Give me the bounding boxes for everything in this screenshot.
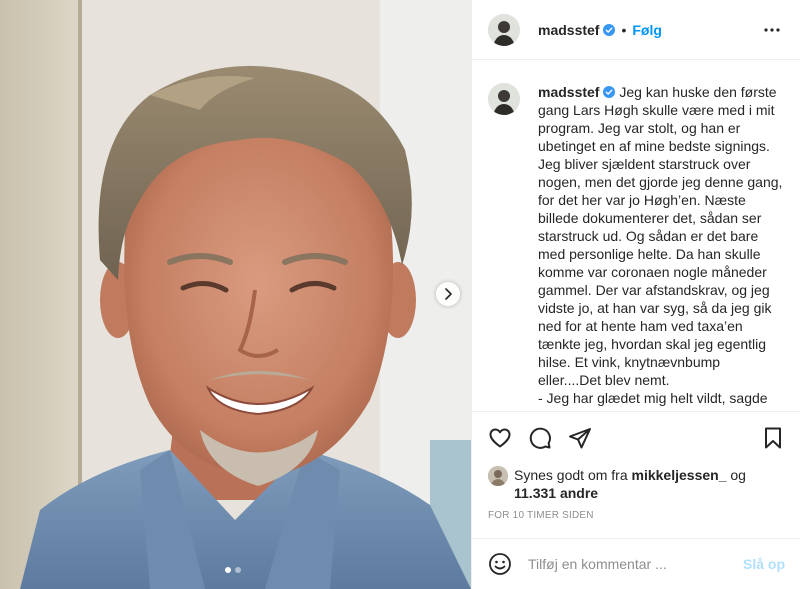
comment-icon [529, 427, 551, 449]
caption-text: madsstef Jeg kan huske den første gang L… [538, 83, 784, 411]
heart-icon [489, 428, 511, 448]
avatar-image [488, 466, 508, 486]
comment-input[interactable] [528, 556, 743, 572]
like-button[interactable] [488, 426, 512, 450]
likes-text: Synes godt om fra mikkeljessen_ og 11.33… [514, 466, 746, 502]
carousel-dot-active [225, 567, 231, 573]
post-comment-button[interactable]: Slå op [743, 556, 785, 572]
avatar-image [488, 13, 520, 46]
likes-others-count[interactable]: 11.331 andre [514, 485, 598, 501]
likes-prefix: Synes godt om fra [514, 467, 632, 483]
carousel-indicator [225, 567, 241, 573]
post-timestamp[interactable]: FOR 10 TIMER SIDEN [488, 510, 785, 521]
verified-badge-icon [603, 86, 616, 98]
more-options-button[interactable] [760, 18, 784, 42]
carousel-dot [235, 567, 241, 573]
liker-username[interactable]: mikkeljessen_ [632, 467, 727, 483]
comment-button[interactable] [528, 426, 552, 450]
caption-username[interactable]: madsstef [538, 84, 599, 100]
add-comment-bar: Slå op [472, 538, 800, 589]
header-separator: • [621, 21, 627, 38]
post-username[interactable]: madsstef [538, 22, 599, 38]
chevron-right-icon [445, 288, 452, 300]
post-photo [0, 0, 471, 589]
carousel-next-button[interactable] [436, 282, 460, 306]
share-button[interactable] [568, 426, 592, 450]
emoji-smile-icon [489, 553, 511, 575]
verified-badge-icon [603, 23, 616, 36]
caption-row: madsstef Jeg kan huske den første gang L… [488, 83, 785, 411]
action-icons-row [488, 412, 785, 464]
avatar-image [488, 83, 520, 115]
more-horizontal-icon [764, 27, 780, 32]
post-side-panel: madsstef • Følg madsstef Jeg kan huske d… [471, 0, 800, 589]
paper-plane-icon [569, 428, 591, 449]
caption-scroll-area[interactable]: madsstef Jeg kan huske den første gang L… [472, 61, 800, 411]
post-actions: Synes godt om fra mikkeljessen_ og 11.33… [472, 411, 800, 521]
avatar[interactable] [488, 13, 520, 46]
follow-button[interactable]: Følg [632, 22, 662, 38]
likes-summary: Synes godt om fra mikkeljessen_ og 11.33… [488, 466, 785, 502]
caption-avatar[interactable] [488, 83, 520, 115]
post-header: madsstef • Følg [472, 0, 800, 60]
bookmark-icon [765, 427, 781, 449]
caption-body: Jeg kan huske den første gang Lars Høgh … [538, 84, 783, 411]
emoji-button[interactable] [488, 552, 512, 576]
save-button[interactable] [761, 426, 785, 450]
likes-connector: og [726, 467, 746, 483]
liker-avatar[interactable] [488, 466, 508, 486]
post-media[interactable] [0, 0, 471, 589]
